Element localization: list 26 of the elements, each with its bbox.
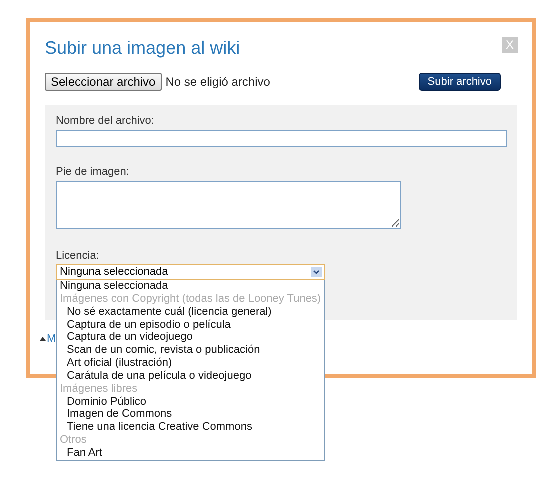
dialog-title: Subir una imagen al wiki: [45, 38, 240, 59]
dropdown-option[interactable]: Dominio Público: [57, 396, 324, 408]
upload-button[interactable]: Subir archivo: [418, 73, 501, 91]
dropdown-option[interactable]: Fan Art: [57, 446, 324, 460]
triangle-icon: [40, 337, 46, 341]
dropdown-option[interactable]: Art oficial (ilustración): [57, 357, 324, 370]
file-status: No se eligió archivo: [166, 75, 270, 89]
dropdown-option[interactable]: No sé exactamente cuál (licencia general): [57, 306, 324, 319]
option-group-label: Otros: [59, 434, 88, 447]
field-label: Licencia:: [56, 250, 100, 262]
dropdown-option[interactable]: Carátula de una película o videojuego: [57, 370, 324, 383]
input-field[interactable]: [56, 130, 507, 147]
dropdown-option[interactable]: Scan de un comic, revista o publicación: [57, 344, 324, 358]
choose-file-button[interactable]: Seleccionar archivo: [45, 73, 162, 91]
dropdown-option[interactable]: Imagen de Commons: [57, 408, 324, 422]
more-link[interactable]: M: [47, 333, 56, 345]
dropdown-option[interactable]: Tiene una licencia Creative Commons: [57, 421, 324, 434]
license-dropdown[interactable]: Ninguna seleccionada: [56, 264, 325, 280]
caption-field[interactable]: [56, 181, 401, 229]
dropdown-option[interactable]: Ninguna seleccionada: [57, 280, 324, 293]
option-group-label: Imágenes libres: [59, 382, 139, 396]
field-label: Pie de imagen:: [56, 166, 130, 178]
dropdown-option[interactable]: Captura de un videojuego: [57, 331, 324, 344]
field-label: Nombre del archivo:: [56, 115, 156, 127]
dropdown-option[interactable]: Captura de un episodio o película: [57, 318, 324, 332]
option-group-label: Imágenes con Copyright (todas las de Looney Tunes): [59, 292, 322, 306]
